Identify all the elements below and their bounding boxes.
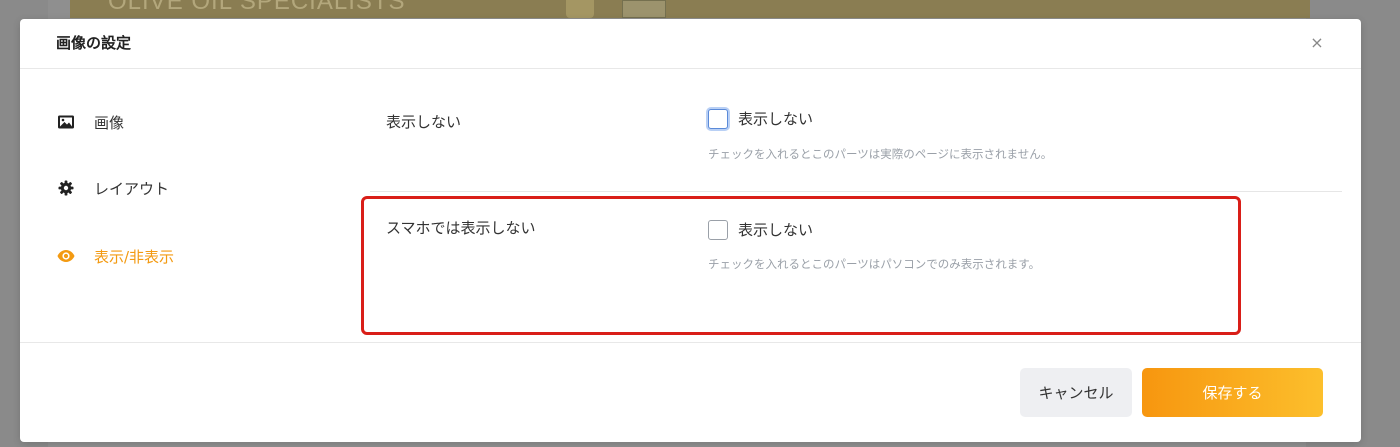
background-product-image — [566, 0, 594, 18]
hide-on-mobile-checkbox-control[interactable]: 表示しない — [708, 219, 813, 240]
checkbox-label: 表示しない — [738, 110, 814, 128]
sidebar-item-label: 画像 — [94, 113, 125, 132]
image-settings-modal: 画像の設定 × 画像 レイアウト 表示/非表示 表示しない 表示しない チェック… — [20, 19, 1361, 442]
eye-icon — [57, 247, 75, 265]
background-product-image-2 — [622, 0, 666, 18]
help-text: チェックを入れるとこのパーツはパソコンでのみ表示されます。 — [708, 257, 1041, 271]
hide-checkbox[interactable] — [708, 108, 728, 129]
modal-header: 画像の設定 × — [20, 19, 1361, 69]
sidebar-item-label: 表示/非表示 — [94, 247, 175, 266]
save-button[interactable]: 保存する — [1142, 368, 1323, 417]
hide-on-mobile-checkbox[interactable] — [708, 219, 728, 240]
footer-divider — [20, 342, 1361, 343]
checkbox-label: 表示しない — [738, 221, 814, 239]
sidebar-item-image[interactable]: 画像 — [57, 110, 124, 134]
sidebar-item-label: レイアウト — [94, 179, 170, 198]
cancel-button[interactable]: キャンセル — [1020, 368, 1132, 417]
background-banner: OLIVE OIL SPECIALISTS — [70, 0, 1310, 18]
setting-label: スマホでは表示しない — [386, 219, 536, 237]
close-button[interactable]: × — [1307, 33, 1327, 53]
row-divider — [370, 191, 1342, 192]
image-icon — [57, 113, 75, 131]
gear-icon — [57, 179, 75, 197]
sidebar-item-visibility[interactable]: 表示/非表示 — [57, 244, 174, 268]
hide-checkbox-control[interactable]: 表示しない — [708, 108, 813, 129]
help-text: チェックを入れるとこのパーツは実際のページに表示されません。 — [708, 147, 1053, 161]
setting-label: 表示しない — [386, 113, 462, 131]
modal-title: 画像の設定 — [56, 34, 132, 52]
background-banner-text: OLIVE OIL SPECIALISTS — [108, 0, 406, 15]
sidebar-item-layout[interactable]: レイアウト — [57, 176, 169, 200]
